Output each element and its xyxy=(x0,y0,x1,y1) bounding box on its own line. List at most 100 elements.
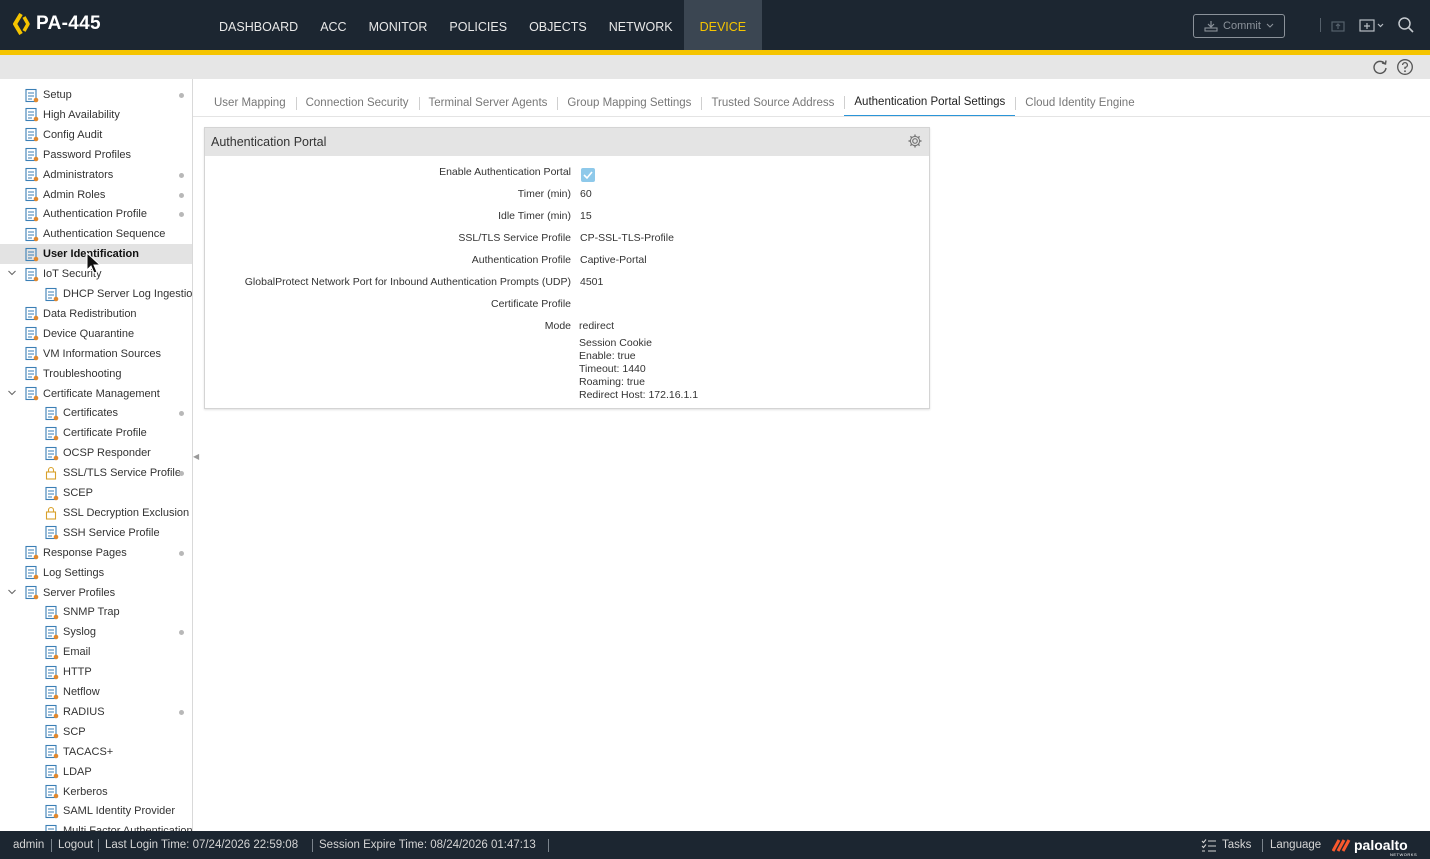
gear-icon[interactable] xyxy=(907,133,923,149)
sidebar-item-troubleshooting[interactable]: Troubleshooting xyxy=(0,364,192,384)
tab-trusted-source-address[interactable]: Trusted Source Address xyxy=(701,90,844,116)
nav-acc[interactable]: ACC xyxy=(309,0,357,50)
commit-label: Commit xyxy=(1223,20,1261,32)
chevron-down-icon[interactable] xyxy=(7,388,17,398)
checkmark-icon xyxy=(583,171,593,180)
quarantine-icon xyxy=(23,326,39,342)
chevron-down-icon[interactable] xyxy=(7,268,17,278)
sidebar-item-authentication-sequence[interactable]: Authentication Sequence xyxy=(0,224,192,244)
sidebar-item-certificate-management[interactable]: Certificate Management xyxy=(0,384,192,404)
nav-policies[interactable]: POLICIES xyxy=(438,0,518,50)
lock-icon xyxy=(43,465,59,481)
ha-icon xyxy=(23,107,39,123)
tab-connection-security[interactable]: Connection Security xyxy=(295,90,419,116)
sub-toolbar xyxy=(0,55,1430,79)
certificate-icon xyxy=(43,425,59,441)
enable-authentication-portal-checkbox[interactable] xyxy=(581,168,595,182)
sidebar-item-dhcp-server-log-ingestion[interactable]: DHCP Server Log Ingestion xyxy=(0,284,192,304)
sidebar-item-label: SAML Identity Provider xyxy=(63,805,176,818)
scep-icon xyxy=(43,485,59,501)
vm-icon xyxy=(23,346,39,362)
sidebar-item-config-audit[interactable]: Config Audit xyxy=(0,125,192,145)
sidebar-item-label: Data Redistribution xyxy=(43,307,137,320)
config-menu-icon[interactable] xyxy=(1358,15,1386,35)
sidebar-item-scep[interactable]: SCEP xyxy=(0,483,192,503)
sidebar-item-authentication-profile[interactable]: Authentication Profile xyxy=(0,204,192,224)
app-logo[interactable]: PA-445 xyxy=(12,13,101,35)
field-timer: Timer (min) 60 xyxy=(205,188,931,204)
field-mode: Mode redirect xyxy=(205,320,931,336)
sidebar-item-certificate-profile[interactable]: Certificate Profile xyxy=(0,423,192,443)
sidebar-item-certificates[interactable]: Certificates xyxy=(0,403,192,423)
dhcp-icon xyxy=(43,286,59,302)
sidebar-item-multi-factor-authentication[interactable]: Multi Factor Authentication xyxy=(0,821,192,831)
refresh-icon[interactable] xyxy=(1371,58,1389,76)
sidebar-item-http[interactable]: HTTP xyxy=(0,662,192,682)
tab-terminal-server-agents[interactable]: Terminal Server Agents xyxy=(418,90,558,116)
sidebar-item-response-pages[interactable]: Response Pages xyxy=(0,543,192,563)
field-label: Enable Authentication Portal xyxy=(439,166,571,178)
sidebar-item-ssl-tls-service-profile[interactable]: SSL/TLS Service Profile xyxy=(0,463,192,483)
sidebar-item-data-redistribution[interactable]: Data Redistribution xyxy=(0,304,192,324)
sidebar-item-password-profiles[interactable]: Password Profiles xyxy=(0,145,192,165)
sidebar-item-ldap[interactable]: LDAP xyxy=(0,762,192,782)
config-lock-icon[interactable] xyxy=(1328,15,1348,35)
search-icon[interactable] xyxy=(1396,15,1416,35)
field-value: Captive-Portal xyxy=(580,254,647,266)
tab-cloud-identity-engine[interactable]: Cloud Identity Engine xyxy=(1015,90,1144,116)
sidebar-item-server-profiles[interactable]: Server Profiles xyxy=(0,583,192,603)
sidebar-item-syslog[interactable]: Syslog xyxy=(0,622,192,642)
sidebar-item-scp[interactable]: SCP xyxy=(0,722,192,742)
sidebar-item-label: Troubleshooting xyxy=(43,367,122,380)
sidebar-item-netflow[interactable]: Netflow xyxy=(0,682,192,702)
sidebar-item-vm-information-sources[interactable]: VM Information Sources xyxy=(0,344,192,364)
nav-dashboard[interactable]: DASHBOARD xyxy=(208,0,309,50)
sidebar-collapse-handle[interactable]: ◀ xyxy=(193,452,199,464)
sidebar-item-label: Response Pages xyxy=(43,546,127,559)
sidebar-item-email[interactable]: Email xyxy=(0,642,192,662)
sidebar-item-label: Certificate Profile xyxy=(63,427,147,440)
sidebar-item-setup[interactable]: Setup xyxy=(0,85,192,105)
chevron-down-icon[interactable] xyxy=(7,587,17,597)
sidebar-item-device-quarantine[interactable]: Device Quarantine xyxy=(0,324,192,344)
help-icon[interactable] xyxy=(1396,58,1414,76)
sidebar-item-saml-identity-provider[interactable]: SAML Identity Provider xyxy=(0,801,192,821)
sidebar-item-administrators[interactable]: Administrators xyxy=(0,165,192,185)
chevron-down-icon xyxy=(1266,23,1274,28)
tabs-divider xyxy=(193,116,1430,117)
nav-monitor[interactable]: MONITOR xyxy=(358,0,439,50)
divider xyxy=(1320,18,1321,32)
sidebar-item-label: OCSP Responder xyxy=(63,447,151,460)
sidebar-item-tacacs[interactable]: TACACS+ xyxy=(0,742,192,762)
tab-group-mapping-settings[interactable]: Group Mapping Settings xyxy=(557,90,701,116)
sidebar-item-ssh-service-profile[interactable]: SSH Service Profile xyxy=(0,523,192,543)
commit-button[interactable]: Commit xyxy=(1193,14,1285,38)
field-value: 4501 xyxy=(580,276,604,288)
tab-user-mapping[interactable]: User Mapping xyxy=(204,90,296,116)
sidebar-item-label: Netflow xyxy=(63,686,100,698)
sidebar-item-log-settings[interactable]: Log Settings xyxy=(0,563,192,583)
session-expire-time: Session Expire Time: 08/24/2026 01:47:13 xyxy=(319,839,536,851)
sidebar-item-label: Log Settings xyxy=(43,566,105,579)
auth-server-icon xyxy=(43,803,59,819)
sidebar-item-radius[interactable]: RADIUS xyxy=(0,702,192,722)
field-label: GlobalProtect Network Port for Inbound A… xyxy=(244,276,571,288)
language-link[interactable]: Language xyxy=(1270,839,1321,851)
nav-network[interactable]: NETWORK xyxy=(598,0,684,50)
sidebar-item-ocsp-responder[interactable]: OCSP Responder xyxy=(0,443,192,463)
tab-authentication-portal-settings[interactable]: Authentication Portal Settings xyxy=(844,89,1016,117)
sidebar-item-admin-roles[interactable]: Admin Roles xyxy=(0,185,192,205)
field-ssl-tls-service-profile: SSL/TLS Service Profile CP-SSL-TLS-Profi… xyxy=(205,232,931,248)
sidebar-item-ssl-decryption-exclusion[interactable]: SSL Decryption Exclusion xyxy=(0,503,192,523)
logout-link[interactable]: Logout xyxy=(58,839,93,851)
data-redistribution-icon xyxy=(23,306,39,322)
divider xyxy=(1262,839,1263,852)
nav-objects[interactable]: OBJECTS xyxy=(518,0,598,50)
sidebar-item-kerberos[interactable]: Kerberos xyxy=(0,782,192,802)
nav-device[interactable]: DEVICE xyxy=(683,0,763,50)
tasks-icon[interactable] xyxy=(1201,838,1217,852)
sidebar-item-label: Password Profiles xyxy=(43,148,132,161)
sidebar-item-high-availability[interactable]: High Availability xyxy=(0,105,192,125)
tasks-link[interactable]: Tasks xyxy=(1222,839,1251,851)
sidebar-item-snmp-trap[interactable]: SNMP Trap xyxy=(0,602,192,622)
